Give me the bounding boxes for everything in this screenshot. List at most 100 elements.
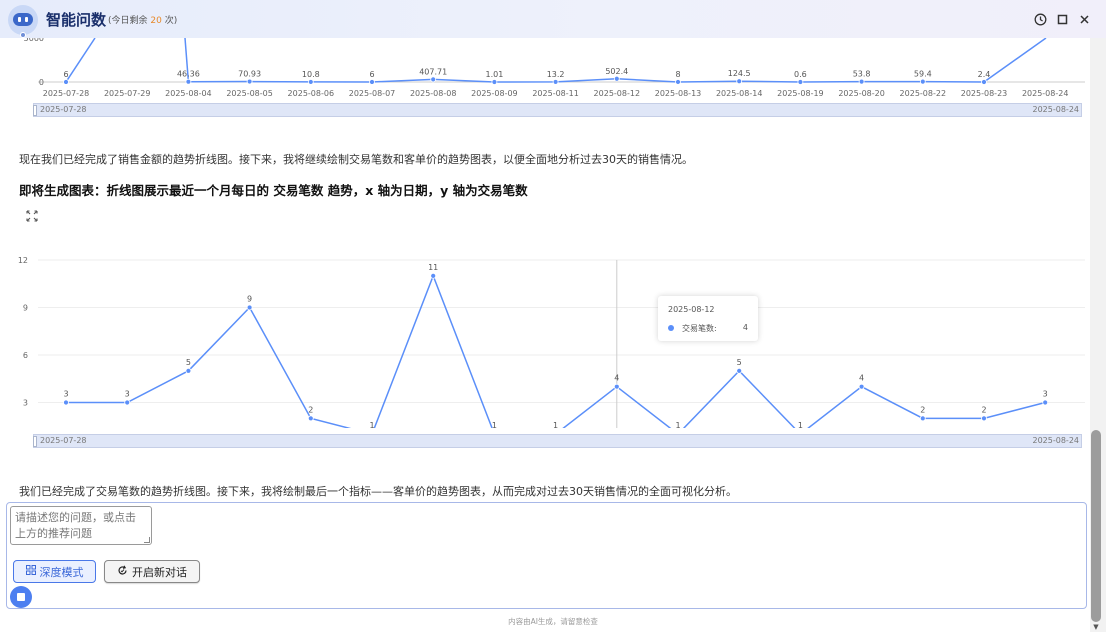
data-label: 5	[737, 358, 742, 367]
x-tick-label: 2025-08-12	[594, 89, 641, 98]
data-label: 0.6	[794, 70, 807, 79]
data-label: 11	[428, 263, 438, 272]
x-tick-label: 2025-07-29	[104, 89, 151, 98]
data-label: 2	[981, 405, 986, 414]
y-tick-label: 9	[23, 304, 28, 313]
close-icon[interactable]	[1076, 11, 1092, 27]
sales-amount-line-chart: 0 5000 6 46.36 70.93 10.8 6 407.71 1.01 13.2 502.4…	[24, 38, 1085, 98]
x-tick-label: 2025-08-20	[838, 89, 885, 98]
data-point	[613, 383, 620, 390]
data-point	[675, 79, 681, 85]
x-tick-label: 2025-08-23	[961, 89, 1008, 98]
ai-disclaimer: 内容由AI生成，请留意检查	[508, 617, 598, 626]
x-tick-label: 2025-08-07	[349, 89, 396, 98]
data-label: 13.2	[547, 70, 565, 79]
y-tick-label: 0	[39, 78, 44, 87]
y-tick-label: 6	[23, 351, 28, 360]
data-label: 3	[63, 390, 68, 399]
y-tick-label: 12	[18, 256, 28, 265]
main-chart-zoom-slider[interactable]: 2025-07-28 2025-08-24	[33, 434, 1082, 448]
data-label: 502.4	[605, 67, 628, 76]
x-tick-label: 2025-08-06	[288, 89, 335, 98]
data-label: 9	[247, 295, 252, 304]
app-title: 智能问数	[46, 11, 107, 29]
data-label: 3	[1043, 390, 1048, 399]
robot-logo-icon	[8, 5, 38, 38]
x-tick-label: 2025-08-14	[716, 89, 763, 98]
deep-mode-button[interactable]: 深度模式	[13, 560, 96, 583]
new-chat-label: 开启新对话	[132, 565, 187, 579]
data-point	[1042, 399, 1049, 406]
data-label: 59.4	[914, 70, 932, 79]
tooltip-date: 2025-08-12	[668, 305, 715, 314]
data-point	[552, 79, 559, 85]
slider-handle-left[interactable]	[33, 105, 37, 116]
x-tick-label: 2025-08-08	[410, 89, 457, 98]
deep-mode-label: 深度模式	[39, 565, 84, 579]
x-tick-label: 2025-08-19	[777, 89, 824, 98]
series-line-segment	[65, 38, 96, 83]
data-label: 46.36	[177, 70, 200, 79]
scrollbar-thumb[interactable]	[1091, 430, 1101, 622]
x-tick-label: 2025-08-04	[165, 89, 212, 98]
data-point	[858, 383, 865, 390]
data-label: 53.8	[853, 70, 871, 79]
tooltip-series-dot	[668, 325, 674, 331]
transaction-count-line-chart: 0369123359211111415142232025-07-282025-0…	[18, 256, 1085, 428]
data-label: 4	[614, 374, 619, 383]
stop-button[interactable]	[10, 586, 32, 608]
history-icon[interactable]	[1032, 11, 1048, 27]
data-point	[185, 367, 192, 374]
x-tick-label: 2025-08-24	[1022, 89, 1069, 98]
scroll-down-arrow[interactable]: ▼	[1091, 622, 1101, 632]
data-point	[63, 399, 69, 406]
placeholder-line-2: 上方的推荐问题	[15, 527, 92, 540]
data-label: 1	[553, 421, 558, 428]
data-label: 1.01	[485, 70, 503, 79]
data-point	[246, 304, 253, 311]
data-point	[919, 415, 926, 422]
data-label: 2	[920, 405, 925, 414]
data-label: 407.71	[419, 67, 447, 76]
x-tick-label: 2025-08-05	[226, 89, 273, 98]
data-label: 10.8	[302, 70, 320, 79]
slider-handle-left[interactable]	[33, 436, 37, 447]
maximize-icon[interactable]	[1054, 11, 1070, 27]
input-panel: 请描述您的问题，或点击 上方的推荐问题 深度模式 开启新对话	[6, 502, 1087, 609]
chart-tooltip: 2025-08-12 交易笔数: 4	[658, 296, 758, 341]
data-label: 1	[675, 421, 680, 428]
data-label: 8	[675, 70, 680, 79]
data-point	[858, 78, 865, 85]
data-point	[981, 79, 987, 85]
slider-end-label: 2025-08-24	[1032, 105, 1080, 114]
placeholder-line-1: 请描述您的问题，或点击	[15, 511, 136, 524]
new-chat-button[interactable]: 开启新对话	[104, 560, 200, 583]
data-label: 1	[798, 421, 803, 428]
data-point	[981, 415, 987, 422]
data-label: 2.4	[978, 70, 991, 79]
data-label: 6	[63, 70, 68, 79]
data-point	[797, 79, 804, 85]
data-point	[613, 75, 620, 82]
question-input[interactable]: 请描述您的问题，或点击 上方的推荐问题	[10, 506, 152, 545]
resize-handle[interactable]	[144, 537, 150, 543]
tooltip-label: 交易笔数:	[682, 324, 717, 333]
title-bar: 智能问数 (今日剩余 20 次)	[0, 0, 1106, 38]
assistant-message-1: 现在我们已经完成了销售金额的趋势折线图。接下来，我将继续绘制交易笔数和客单价的趋…	[19, 153, 693, 166]
slider-end-label: 2025-08-24	[1032, 436, 1080, 445]
data-point	[369, 79, 375, 85]
quota-text: (今日剩余 20 次)	[108, 16, 178, 26]
data-point	[736, 367, 743, 374]
data-point	[63, 79, 69, 85]
slider-start-label: 2025-07-28	[40, 436, 87, 445]
grid-icon	[25, 565, 36, 578]
data-label: 4	[859, 374, 864, 383]
refresh-chat-icon	[117, 565, 128, 579]
data-point	[307, 79, 314, 85]
top-chart-zoom-slider[interactable]: 2025-07-28 2025-08-24	[33, 103, 1082, 117]
stop-icon	[17, 593, 25, 601]
x-tick-label: 2025-08-11	[532, 89, 579, 98]
data-point	[491, 79, 498, 85]
expand-icon[interactable]	[26, 207, 38, 222]
tooltip-value: 4	[742, 323, 748, 332]
